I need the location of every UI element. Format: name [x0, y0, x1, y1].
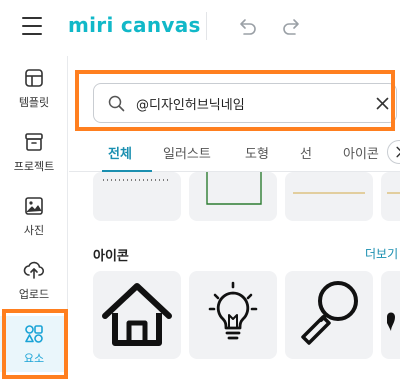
magnifier-icon: [301, 281, 358, 345]
toolbar-divider: [206, 12, 207, 40]
app-logo[interactable]: miri canvas: [68, 13, 201, 37]
tab-all[interactable]: 전체: [108, 143, 132, 162]
tab-icon[interactable]: 아이콘: [343, 143, 379, 162]
partial-icon: [387, 312, 395, 331]
template-icon: [25, 68, 43, 87]
icon-card[interactable]: [381, 271, 400, 359]
sidebar-item-label: 프로젝트: [13, 159, 55, 173]
top-bar: miri canvas: [0, 0, 400, 56]
highlight-outline-search: [75, 70, 395, 131]
icon-card[interactable]: [285, 271, 373, 359]
house-icon: [102, 283, 172, 346]
sidebar-item-label: 업로드: [18, 287, 50, 301]
tab-line[interactable]: 선: [300, 143, 312, 162]
tab-shape[interactable]: 도형: [245, 143, 269, 162]
section-title-icons: 아이콘: [93, 249, 129, 264]
dotted-line-element: [103, 179, 171, 181]
undo-icon[interactable]: [234, 14, 260, 40]
icon-card[interactable]: [93, 271, 181, 359]
sidebar-item-label: 요소: [23, 351, 45, 365]
lightbulb-icon: [208, 281, 258, 340]
photo-icon: [25, 196, 43, 215]
icon-card[interactable]: [189, 271, 277, 359]
line-element: [387, 192, 400, 194]
element-card[interactable]: [285, 172, 373, 221]
frame-element: [206, 172, 262, 205]
project-icon: [25, 132, 43, 151]
sidebar-item-template[interactable]: 템플릿: [0, 60, 68, 116]
upload-icon: [23, 261, 45, 279]
sidebar-item-photo[interactable]: 사진: [0, 188, 68, 244]
sidebar-item-label: 템플릿: [18, 95, 50, 109]
redo-icon[interactable]: [279, 14, 305, 40]
element-card[interactable]: [189, 172, 277, 221]
line-element: [293, 192, 365, 194]
sidebar-item-project[interactable]: 프로젝트: [0, 124, 68, 180]
sidebar-item-upload[interactable]: 업로드: [0, 252, 68, 308]
more-link[interactable]: 더보기: [365, 245, 398, 262]
hamburger-icon[interactable]: [22, 17, 42, 35]
elements-icon: [25, 324, 43, 343]
element-card[interactable]: [381, 172, 400, 221]
sidebar-item-elements[interactable]: 요소: [0, 316, 68, 372]
tab-illustration[interactable]: 일러스트: [163, 143, 211, 162]
sidebar-item-label: 사진: [23, 223, 45, 237]
element-card[interactable]: [93, 172, 181, 221]
